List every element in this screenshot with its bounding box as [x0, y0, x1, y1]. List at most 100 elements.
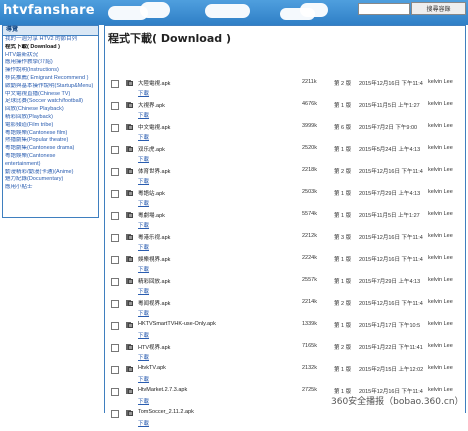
row-checkbox[interactable] [111, 212, 119, 220]
row-checkbox[interactable] [111, 410, 119, 418]
file-size: 2725k [302, 387, 317, 393]
file-size: 2557k [302, 277, 317, 283]
sidebar-item[interactable]: 應用操作教學(介紹) [5, 59, 96, 67]
file-name[interactable]: 娛樂視界.apk [138, 255, 170, 263]
sidebar-item[interactable]: 應用小貼士 [5, 184, 96, 192]
row-checkbox[interactable] [111, 102, 119, 110]
search-button[interactable]: 搜尋容錄 [411, 2, 466, 15]
download-link[interactable]: 下載 [138, 419, 149, 427]
file-name[interactable]: HTV视界.apk [138, 343, 170, 351]
sidebar-item[interactable]: entertainment) [5, 161, 96, 169]
download-link[interactable]: 下載 [138, 375, 149, 383]
download-link[interactable]: 下載 [138, 353, 149, 361]
download-link[interactable]: 下載 [138, 265, 149, 273]
download-link[interactable]: 下載 [138, 155, 149, 163]
download-link[interactable]: 下載 [138, 221, 149, 229]
sidebar-item[interactable]: 回放(Chinese Playback) [5, 106, 96, 114]
file-uploader: kelvin Lee [428, 189, 453, 195]
search-input[interactable] [358, 3, 410, 15]
sidebar-item[interactable]: 精彩回放(Playback) [5, 114, 96, 122]
file-icon [126, 344, 133, 350]
file-name[interactable]: HtvkTV.apk [138, 365, 166, 371]
file-name[interactable]: 大陸電視.apk [138, 79, 170, 87]
file-size: 2503k [302, 189, 317, 195]
row-checkbox[interactable] [111, 124, 119, 132]
file-name[interactable]: 体育世界.apk [138, 167, 170, 175]
download-link[interactable]: 下載 [138, 331, 149, 339]
row-checkbox[interactable] [111, 146, 119, 154]
file-name[interactable]: TomSoccer_2.11.2.apk [138, 409, 194, 415]
file-row: 粵闻视界.apk 下載 2214k 第 2 版 2015年12月16日 下午11:4 ke… [105, 299, 465, 321]
download-link[interactable]: 下載 [138, 199, 149, 207]
sidebar-item[interactable]: 移民推薦( Emigrant Recommend ) [5, 75, 96, 83]
file-name[interactable]: 粵語站.apk [138, 189, 165, 197]
sidebar-item[interactable]: 中文電視直播(Chinese TV) [5, 91, 96, 99]
row-checkbox[interactable] [111, 278, 119, 286]
file-row: TomSoccer_2.11.2.apk 下載 [105, 409, 465, 431]
file-uploader: kelvin Lee [428, 233, 453, 239]
row-checkbox[interactable] [111, 366, 119, 374]
row-checkbox[interactable] [111, 344, 119, 352]
site-logo[interactable]: htvfanshare [3, 3, 95, 18]
file-name[interactable]: 双乐虎.apk [138, 145, 165, 153]
file-date: 2015年12月16日 下午11:4 [359, 301, 423, 307]
row-checkbox[interactable] [111, 168, 119, 176]
sidebar-item[interactable]: 熱播劇集(Popular theatre) [5, 137, 96, 145]
file-size: 2212k [302, 233, 317, 239]
row-checkbox[interactable] [111, 190, 119, 198]
file-name[interactable]: 粵劇場.apk [138, 211, 165, 219]
download-link[interactable]: 下載 [138, 111, 149, 119]
download-link[interactable]: 下載 [138, 287, 149, 295]
sidebar-item[interactable]: 粵語劇集(Cantonese drama) [5, 145, 96, 153]
sidebar-item[interactable]: 操作說明(Instructions) [5, 67, 96, 75]
file-name[interactable]: HtvMarket.2.7.3.apk [138, 387, 187, 393]
file-name[interactable]: 粵闻视界.apk [138, 299, 170, 307]
sidebar-item[interactable]: 粵語娛樂(Cantonese film) [5, 130, 96, 138]
file-size: 3999k [302, 123, 317, 129]
file-row: 大視界.apk 下載 4676k 第 1 版 2015年11月5日 上午1:27 kelv… [105, 101, 465, 123]
file-name[interactable]: 精彩回放.apk [138, 277, 170, 285]
row-checkbox[interactable] [111, 388, 119, 396]
download-link[interactable]: 下載 [138, 397, 149, 405]
file-version: 第 6 版 [334, 125, 352, 131]
download-link[interactable]: 下載 [138, 309, 149, 317]
sidebar-item[interactable]: 啟動與基本操作說明(Startup&Menu) [5, 83, 96, 91]
download-link[interactable]: 下載 [138, 177, 149, 185]
row-checkbox[interactable] [111, 234, 119, 242]
row-checkbox[interactable] [111, 300, 119, 308]
download-link[interactable]: 下載 [138, 133, 149, 141]
row-checkbox[interactable] [111, 322, 119, 330]
sidebar-item[interactable]: 魅力紀錄(Documentary) [5, 176, 96, 184]
file-name[interactable]: 中文電視.apk [138, 123, 170, 131]
file-icon [126, 146, 133, 152]
sidebar-item[interactable]: 足球比賽(Soccer watch/football) [5, 98, 96, 106]
file-row: HTV视界.apk 下載 7165k 第 2 版 2015年1月22日 下午11:41 k… [105, 343, 465, 365]
row-checkbox[interactable] [111, 256, 119, 264]
file-uploader: kelvin Lee [428, 145, 453, 151]
download-link[interactable]: 下載 [138, 243, 149, 251]
file-name[interactable]: 大視界.apk [138, 101, 165, 109]
sidebar-item[interactable]: 粵語娛樂(Cantonese [5, 153, 96, 161]
file-row: 中文電視.apk 下載 3999k 第 6 版 2015年7月2日 下午9:00 kelv… [105, 123, 465, 145]
file-uploader: kelvin Lee [428, 299, 453, 305]
sidebar-item[interactable]: HTV最新狀況 [5, 52, 96, 60]
sidebar-item[interactable]: 程式下載( Download ) [5, 44, 96, 52]
file-date: 2015年1月22日 下午11:41 [359, 345, 423, 351]
cloud-decoration [140, 2, 170, 18]
file-icon [126, 366, 133, 372]
sidebar-item[interactable]: 電影頻道(Film tribe) [5, 122, 96, 130]
sidebar-item[interactable]: 我的一週分享 HTV2 的節目列 [5, 36, 96, 44]
file-name[interactable]: 粵港乐视.apk [138, 233, 170, 241]
file-name[interactable]: HKTVSmartTVHK-use-Only.apk [138, 321, 216, 327]
file-icon [126, 278, 133, 284]
file-icon [126, 322, 133, 328]
file-version: 第 1 版 [334, 147, 352, 153]
file-size: 7165k [302, 343, 317, 349]
watermark-text: 360安全播报（bobao.360.cn） [331, 394, 464, 407]
sidebar-item[interactable]: 動漫精彩/動漫(卡通)(Anime) [5, 169, 96, 177]
file-row: 双乐虎.apk 下載 2520k 第 1 版 2015年5月24日 上午4:13 kelv… [105, 145, 465, 167]
download-link[interactable]: 下載 [138, 89, 149, 97]
file-version: 第 1 版 [334, 213, 352, 219]
row-checkbox[interactable] [111, 80, 119, 88]
file-version: 第 1 版 [334, 279, 352, 285]
